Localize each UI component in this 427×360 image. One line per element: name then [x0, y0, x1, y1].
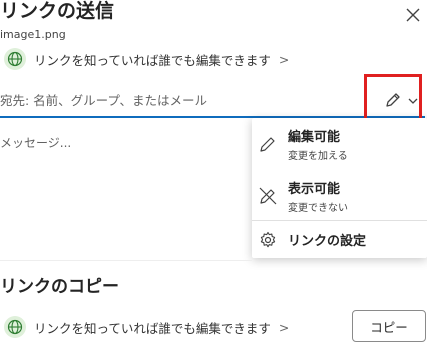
- link-permission-row[interactable]: リンクを知っていれば誰でも編集できます >: [4, 48, 289, 70]
- menu-item-title: 表示可能: [288, 182, 341, 197]
- pencil-icon: [260, 137, 275, 152]
- gear-icon: [260, 231, 276, 248]
- copy-link-permission-row[interactable]: リンクを知っていれば誰でも編集できます >: [4, 316, 289, 338]
- globe-icon: [4, 48, 26, 70]
- close-icon[interactable]: [404, 6, 422, 24]
- menu-item-subtitle: 変更できない: [288, 203, 348, 214]
- link-permission-text: リンクを知っていれば誰でも編集できます: [34, 52, 271, 68]
- menu-item-title: 編集可能: [288, 130, 341, 145]
- section-divider: [0, 260, 252, 261]
- link-settings-label: リンクの設定: [288, 234, 367, 249]
- copy-button[interactable]: コピー: [352, 310, 426, 342]
- chevron-right-icon: >: [278, 319, 290, 335]
- highlight-box: [364, 74, 422, 124]
- link-permission-text: リンクを知っていれば誰でも編集できます: [34, 320, 271, 336]
- copy-link-title: リンクのコピー: [0, 277, 119, 297]
- menu-divider: [252, 220, 427, 221]
- pencil-off-icon: [259, 187, 277, 205]
- dialog-title: リンクの送信: [0, 0, 115, 22]
- globe-icon: [4, 316, 26, 338]
- menu-item-subtitle: 変更を加える: [288, 151, 348, 162]
- file-name: image1.png: [0, 28, 66, 41]
- chevron-right-icon: >: [278, 51, 290, 67]
- permission-menu: 編集可能 変更を加える 表示可能 変更できない リンクの設定: [252, 118, 427, 258]
- recipients-input[interactable]: 宛先: 名前、グループ、またはメール: [0, 90, 207, 109]
- message-input[interactable]: メッセージ...: [0, 134, 71, 151]
